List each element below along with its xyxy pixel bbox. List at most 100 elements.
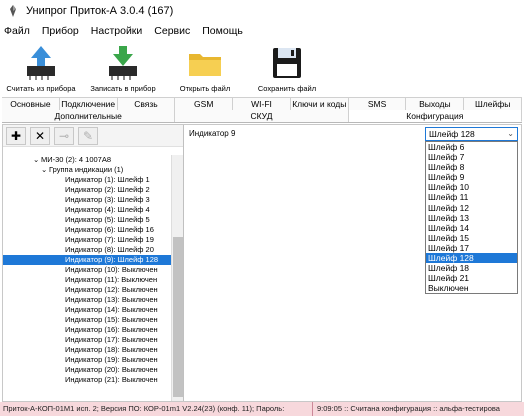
tree-row-label: Индикатор (10): Выключен: [65, 265, 158, 274]
app-icon: [10, 5, 16, 17]
tree-row[interactable]: Индикатор (20): Выключен: [3, 365, 171, 375]
write-to-device-label: Записать в прибор: [90, 84, 156, 93]
tab-additional[interactable]: Дополнительные: [2, 110, 176, 122]
delete-icon[interactable]: ✕: [30, 126, 50, 145]
tree-row-label: Индикатор (16): Выключен: [65, 325, 158, 334]
dropdown-option[interactable]: Шлейф 7: [426, 152, 517, 162]
tree-row[interactable]: Индикатор (9): Шлейф 128: [3, 255, 171, 265]
menu-help[interactable]: Помощь: [202, 25, 243, 37]
tree-row-label: Индикатор (11): Выключен: [65, 275, 158, 284]
tab-loops[interactable]: Шлейфы: [464, 98, 523, 110]
tree-row[interactable]: Индикатор (16): Выключен: [3, 325, 171, 335]
tree-expand-icon[interactable]: ⌄: [33, 155, 39, 165]
read-from-device-label: Считать из прибора: [6, 84, 76, 93]
tree-row[interactable]: Индикатор (12): Выключен: [3, 285, 171, 295]
link-icon[interactable]: ⊸: [54, 126, 74, 145]
dropdown-option[interactable]: Шлейф 6: [426, 142, 517, 152]
add-icon[interactable]: ✚: [6, 126, 26, 145]
write-to-device-button[interactable]: Записать в прибор: [82, 40, 164, 96]
open-file-button[interactable]: Открыть файл: [164, 40, 246, 96]
tree-row-label: Индикатор (17): Выключен: [65, 335, 158, 344]
tree-row-label: Индикатор (20): Выключен: [65, 365, 158, 374]
dropdown-option[interactable]: Шлейф 21: [426, 273, 517, 283]
tree-row-label: Группа индикации (1): [49, 165, 124, 174]
save-file-button[interactable]: Сохранить файл: [246, 40, 328, 96]
write-to-device-icon: [109, 46, 137, 80]
menu-service[interactable]: Сервис: [154, 25, 190, 37]
tree-scrollbar-thumb[interactable]: [173, 237, 183, 397]
floppy-disk-icon: [273, 48, 301, 78]
tree-row-label: Индикатор (21): Выключен: [65, 375, 158, 384]
tab-access-control[interactable]: СКУД: [175, 110, 349, 122]
menu-settings[interactable]: Настройки: [91, 25, 143, 37]
tree-row[interactable]: Индикатор (7): Шлейф 19: [3, 235, 171, 245]
menu-device[interactable]: Прибор: [42, 25, 79, 37]
tree-toolbar: ✚ ✕ ⊸ ✎: [3, 125, 183, 147]
tree-row-label: Индикатор (19): Выключен: [65, 355, 158, 364]
tab-gsm[interactable]: GSM: [175, 98, 234, 110]
loop-select-value: Шлейф 128: [429, 129, 475, 139]
configuration-panel: ✚ ✕ ⊸ ✎ ⌄ МИ-30 (2): 4 1007A8 ⌄ Группа ин…: [2, 124, 522, 402]
tree-row-label: Индикатор (3): Шлейф 3: [65, 195, 150, 204]
read-from-device-button[interactable]: Считать из прибора: [0, 40, 82, 96]
tree-expand-icon[interactable]: ⌄: [41, 165, 47, 175]
dropdown-option[interactable]: Шлейф 9: [426, 172, 517, 182]
tree-row-label: Индикатор (7): Шлейф 19: [65, 235, 154, 244]
tab-wifi[interactable]: WI-FI: [233, 98, 291, 110]
tree-row-label: Индикатор (8): Шлейф 20: [65, 245, 154, 254]
dropdown-option[interactable]: Шлейф 12: [426, 203, 517, 213]
dropdown-option[interactable]: Шлейф 13: [426, 213, 517, 223]
dropdown-option[interactable]: Шлейф 8: [426, 162, 517, 172]
dropdown-option[interactable]: Шлейф 11: [426, 192, 517, 202]
tree-row-label: Индикатор (9): Шлейф 128: [65, 255, 159, 264]
tab-outputs[interactable]: Выходы: [406, 98, 465, 110]
tab-sms[interactable]: SMS: [348, 98, 407, 110]
tree-row-label: Индикатор (5): Шлейф 5: [65, 215, 150, 224]
tree-row-label: МИ-30 (2): 4 1007A8: [41, 155, 112, 164]
tree-row[interactable]: Индикатор (5): Шлейф 5: [3, 215, 171, 225]
tab-connection[interactable]: Подключение: [59, 98, 118, 110]
tab-configuration[interactable]: Конфигурация: [348, 110, 522, 122]
tab-main[interactable]: Основные: [2, 98, 60, 110]
tree-scrollbar[interactable]: [171, 155, 183, 401]
tree-row[interactable]: Индикатор (1): Шлейф 1: [3, 175, 171, 185]
tree-row-label: Индикатор (6): Шлейф 16: [65, 225, 154, 234]
open-file-label: Открыть файл: [179, 84, 231, 93]
tree-row[interactable]: Индикатор (2): Шлейф 2: [3, 185, 171, 195]
chevron-down-icon: ⌄: [507, 129, 514, 138]
tab-keys-codes[interactable]: Ключи и коды: [290, 98, 349, 110]
tree-row[interactable]: Индикатор (21): Выключен: [3, 375, 171, 385]
tree-row-label: Индикатор (13): Выключен: [65, 295, 158, 304]
dropdown-option[interactable]: Шлейф 18: [426, 263, 517, 273]
tree-row[interactable]: Индикатор (13): Выключен: [3, 295, 171, 305]
tree-row[interactable]: Индикатор (11): Выключен: [3, 275, 171, 285]
tab-link[interactable]: Связь: [117, 98, 176, 110]
tree-row[interactable]: Индикатор (8): Шлейф 20: [3, 245, 171, 255]
tree-row[interactable]: ⌄ МИ-30 (2): 4 1007A8: [3, 155, 171, 165]
tree-row[interactable]: Индикатор (18): Выключен: [3, 345, 171, 355]
event-status: 9:09:05 :: Считана конфигурация :: альфа…: [317, 404, 500, 413]
dropdown-option[interactable]: Выключен: [426, 283, 517, 293]
menu-file[interactable]: Файл: [4, 25, 30, 37]
dropdown-option[interactable]: Шлейф 128: [426, 253, 517, 264]
tree-row[interactable]: Индикатор (10): Выключен: [3, 265, 171, 275]
tree-row[interactable]: Индикатор (3): Шлейф 3: [3, 195, 171, 205]
tree-row[interactable]: ⌄ Группа индикации (1): [3, 165, 171, 175]
loop-dropdown-list: Шлейф 6 Шлейф 7 Шлейф 8 Шлейф 9 Шлейф 10 Шлей…: [425, 141, 518, 294]
tree-row[interactable]: Индикатор (15): Выключен: [3, 315, 171, 325]
indicator-field-label: Индикатор 9: [189, 129, 236, 138]
config-tree[interactable]: ⌄ МИ-30 (2): 4 1007A8 ⌄ Группа индикации …: [3, 155, 171, 401]
save-file-label: Сохранить файл: [257, 84, 317, 93]
dropdown-option[interactable]: Шлейф 10: [426, 182, 517, 192]
tree-row[interactable]: Индикатор (19): Выключен: [3, 355, 171, 365]
main-toolbar: Считать из прибора Записать в прибор Отк…: [0, 40, 524, 96]
dropdown-option[interactable]: Шлейф 17: [426, 243, 517, 253]
edit-icon[interactable]: ✎: [78, 126, 98, 145]
loop-select[interactable]: Шлейф 128 ⌄: [425, 127, 518, 141]
tree-row[interactable]: Индикатор (14): Выключен: [3, 305, 171, 315]
tree-row[interactable]: Индикатор (4): Шлейф 4: [3, 205, 171, 215]
dropdown-option[interactable]: Шлейф 14: [426, 223, 517, 233]
tree-row[interactable]: Индикатор (17): Выключен: [3, 335, 171, 345]
tree-row[interactable]: Индикатор (6): Шлейф 16: [3, 225, 171, 235]
dropdown-option[interactable]: Шлейф 15: [426, 233, 517, 243]
